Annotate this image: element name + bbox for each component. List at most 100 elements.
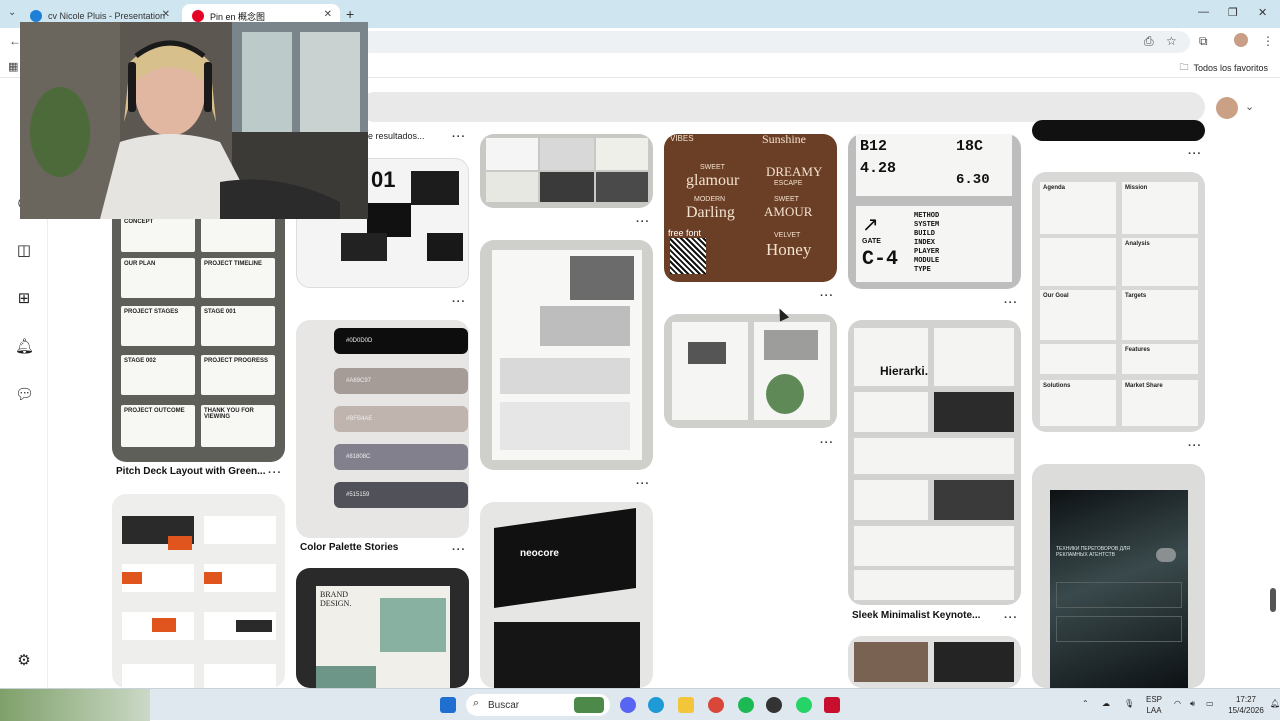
slide-label: Analysis <box>1125 241 1150 247</box>
pin-team-slides[interactable] <box>848 636 1021 688</box>
font-sample: MODERN <box>694 196 726 203</box>
pin-plant-layout[interactable] <box>664 314 837 428</box>
bookmark-star-icon[interactable]: ☆ <box>1166 34 1177 48</box>
pin-title[interactable]: Sleek Minimalist Keynote... <box>852 610 980 621</box>
pin-title[interactable]: Color Palette Stories <box>300 542 398 553</box>
slide-label: PROJECT PROGRESS <box>204 358 269 364</box>
pin-more-options[interactable]: ··· <box>820 437 834 449</box>
pin-more-options[interactable]: ··· <box>636 478 650 490</box>
ticket-word: BUILD <box>914 230 936 238</box>
boards-icon[interactable]: ◫ <box>15 242 33 260</box>
battery-icon[interactable]: ▭ <box>1206 698 1214 709</box>
pin-color-palette[interactable]: #0D0D0D #A69C97 #BFB4AE #81808C #515159 <box>296 320 469 538</box>
tray-chevron-up-icon[interactable]: ⌃ <box>1082 698 1089 709</box>
pin-neocore-book[interactable]: neocore <box>480 502 653 688</box>
chrome-icon[interactable] <box>708 697 724 713</box>
install-app-icon[interactable]: ⎙ <box>1144 34 1154 49</box>
windows-start-icon[interactable] <box>440 697 456 713</box>
pin-orange-presentation[interactable] <box>112 494 285 688</box>
pin-more-options[interactable]: ··· <box>1188 440 1202 452</box>
slide-label: PROJECT STAGES <box>124 309 179 315</box>
pin-dark-top[interactable] <box>1032 120 1205 141</box>
taskbar-search[interactable]: ⌕ Buscar <box>466 694 610 716</box>
language-indicator[interactable]: ESP LAA <box>1146 694 1162 716</box>
wifi-icon[interactable]: ◠ <box>1174 698 1181 709</box>
profile-avatar-icon[interactable] <box>1234 33 1248 47</box>
arrow-up-right-icon: ↗ <box>862 214 879 236</box>
ticket-text: C-4 <box>862 248 899 271</box>
webcam-video-image <box>20 22 368 219</box>
close-tab-icon[interactable]: ✕ <box>162 9 170 20</box>
pin-architecture-grid[interactable] <box>480 134 653 208</box>
brand-design-title: BRAND DESIGN. <box>320 590 352 608</box>
clock[interactable]: 17:27 15/4/2026 <box>1226 694 1266 716</box>
new-tab-icon[interactable]: + <box>346 6 354 22</box>
pin-more-options[interactable]: ··· <box>1004 612 1018 624</box>
minimize-icon[interactable]: — <box>1198 6 1209 18</box>
create-icon[interactable]: ⊞ <box>15 290 33 308</box>
account-chevron-down-icon[interactable]: ⌄ <box>1245 100 1254 113</box>
pin-more-options[interactable]: ··· <box>1004 297 1018 309</box>
free-font-badge: free font <box>668 228 702 238</box>
pin-more-options[interactable]: ··· <box>452 544 466 556</box>
slide-label: Market Share <box>1125 383 1163 389</box>
pin-ticket-typography[interactable]: B12 18C 4.28 6.30 ↗ GATE C-4 METHOD SYST… <box>848 134 1021 289</box>
slide-label: STAGE 001 <box>204 309 236 315</box>
palette-swatch: #515159 <box>334 482 468 508</box>
user-avatar[interactable] <box>1216 97 1238 119</box>
clock-date: 15/4/2026 <box>1228 706 1264 715</box>
pinterest-favicon-icon <box>192 10 204 22</box>
obs-icon[interactable] <box>766 697 782 713</box>
pinterest-search-input[interactable] <box>360 92 1205 122</box>
file-explorer-icon[interactable] <box>678 697 694 713</box>
font-sample: SWEET <box>774 196 799 203</box>
spotify-icon[interactable] <box>738 697 754 713</box>
ticket-text: B12 <box>860 138 888 155</box>
pin-brand-design[interactable]: BRAND DESIGN. <box>296 568 469 688</box>
extensions-icon[interactable]: ⧉ <box>1199 34 1208 49</box>
pin-hierarki[interactable]: Hierarki. <box>848 320 1021 605</box>
menu-kebab-icon[interactable]: ⋮ <box>1262 34 1274 48</box>
close-tab-icon[interactable]: ✕ <box>324 9 332 20</box>
pin-font-pack[interactable]: VIBES Sunshine SWEET glamour DREAMY ESCA… <box>664 134 837 282</box>
weather-widget[interactable] <box>0 689 150 721</box>
pin-title[interactable]: Pitch Deck Layout with Green... <box>116 466 265 477</box>
pin-more-options[interactable]: ··· <box>1188 148 1202 160</box>
settings-gear-icon[interactable]: ⚙ <box>15 652 33 670</box>
discord-icon[interactable] <box>620 697 636 713</box>
slide-label: PROJECT OUTCOME <box>124 408 185 414</box>
ticket-text: 18C <box>956 138 984 155</box>
whatsapp-icon[interactable] <box>796 697 812 713</box>
acrobat-icon[interactable] <box>824 697 840 713</box>
pin-more-options[interactable]: ··· <box>636 216 650 228</box>
apps-grid-icon[interactable]: ▦ <box>8 60 18 73</box>
pin-more-options[interactable]: ··· <box>452 131 466 143</box>
pin-architecture-sheets[interactable] <box>480 240 653 470</box>
pin-pitch-deck[interactable]: CONCEPT OUR PLAN PROJECT TIMELINE PROJEC… <box>112 200 285 462</box>
all-bookmarks[interactable]: 🗀 Todos los favoritos <box>1179 60 1268 76</box>
font-sample: AMOUR <box>764 204 813 219</box>
volume-icon[interactable]: 🔊︎ <box>1190 698 1195 709</box>
edge-icon[interactable] <box>648 697 664 713</box>
palette-swatch: #81808C <box>334 444 468 470</box>
pin-more-options[interactable]: ··· <box>452 296 466 308</box>
network-icon[interactable]: ☁ <box>1102 698 1110 709</box>
restore-icon[interactable]: ❐ <box>1228 6 1238 19</box>
notifications-bell-icon[interactable]: 🔔︎ <box>15 338 34 356</box>
microphone-icon[interactable]: 🎙︎ <box>1124 698 1134 709</box>
ticket-word: INDEX <box>914 239 936 247</box>
page-scrollbar[interactable] <box>1270 588 1276 612</box>
tab-search-chevron-icon[interactable]: ⌄ <box>8 7 16 18</box>
font-sample: Sunshine <box>762 134 807 146</box>
messages-icon[interactable]: 💬︎ <box>15 386 34 404</box>
qr-code-icon <box>670 238 706 274</box>
pin-agenda-slides[interactable]: Agenda Mission Analysis Our Goal Targets… <box>1032 172 1205 432</box>
slide-label: Solutions <box>1043 383 1071 389</box>
notification-bell-icon[interactable]: 🔔︎ <box>1270 698 1280 709</box>
pin-agency-deck[interactable]: ТЕХНИКИ ПЕРЕГОВОРОВ ДЛЯ РЕКЛАМНЫХ АГЕНТС… <box>1032 464 1205 688</box>
pin-more-options[interactable]: ··· <box>820 290 834 302</box>
close-window-icon[interactable]: ✕ <box>1258 6 1267 19</box>
pin-more-options[interactable]: ··· <box>268 467 282 479</box>
address-bar[interactable] <box>360 31 1190 53</box>
pin-title-partial: e resultados... <box>368 131 425 141</box>
